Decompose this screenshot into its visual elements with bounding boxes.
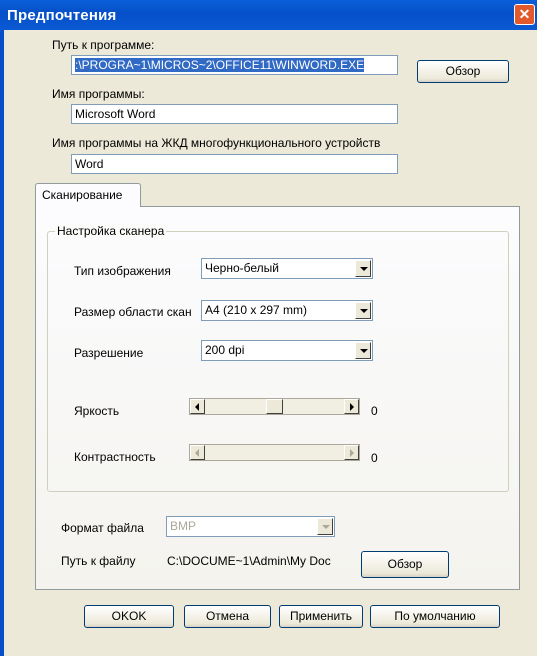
contrast-value: 0 [371,451,378,465]
program-name-label: Имя программы: [52,87,145,101]
file-format-label: Формат файла [61,521,144,535]
close-icon: ✕ [518,6,531,22]
cancel-button[interactable]: Отмена [184,605,271,628]
contrast-slider[interactable] [189,444,360,461]
brightness-value: 0 [371,404,378,418]
scroll-left-icon[interactable] [190,399,205,414]
chevron-down-icon[interactable] [355,260,371,277]
image-type-label: Тип изображения [74,264,171,278]
defaults-button[interactable]: По умолчанию [370,605,500,628]
area-size-select[interactable]: A4 (210 x 297 mm) [201,300,373,321]
file-format-select[interactable]: BMP [166,516,335,537]
image-type-select[interactable]: Черно-белый [201,258,373,279]
contrast-label: Контрастность [74,450,156,464]
chevron-down-icon[interactable] [317,518,333,535]
scroll-right-icon[interactable] [344,445,359,460]
chevron-down-icon[interactable] [355,342,371,359]
file-path-label: Путь к файлу [61,554,136,568]
ok-button[interactable]: OKOK [84,605,174,628]
program-path-field[interactable]: :\PROGRA~1\MICROS~2\OFFICE11\WINWORD.EXE [71,55,398,75]
resolution-label: Разрешение [74,346,144,360]
brightness-slider[interactable] [189,398,360,415]
program-path-label: Путь к программе: [52,38,155,52]
mfp-name-field[interactable]: Word [71,154,398,174]
scroll-right-icon[interactable] [344,399,359,414]
brightness-label: Яркость [74,404,120,418]
brightness-slider-thumb[interactable] [266,399,283,414]
program-path-browse-button[interactable]: Обзор [417,60,509,83]
window-title: Предпочтения [7,7,117,24]
tab-scanning[interactable]: Сканирование [35,183,141,207]
apply-button[interactable]: Применить [279,605,363,628]
scroll-left-icon[interactable] [190,445,205,460]
mfp-name-label: Имя программы на ЖКД многофункциональног… [52,136,381,150]
close-button[interactable]: ✕ [514,4,535,25]
chevron-down-icon[interactable] [355,302,371,319]
file-path-browse-button[interactable]: Обзор [361,551,449,578]
file-path-field[interactable]: C:\DOCUME~1\Admin\My Doc [163,551,349,571]
scanner-settings-title: Настройка сканера [55,224,167,238]
title-bar: Предпочтения ✕ [0,0,537,30]
area-size-label: Размер области скан [74,305,192,319]
program-name-field[interactable]: Microsoft Word [71,104,398,124]
resolution-select[interactable]: 200 dpi [201,340,373,361]
